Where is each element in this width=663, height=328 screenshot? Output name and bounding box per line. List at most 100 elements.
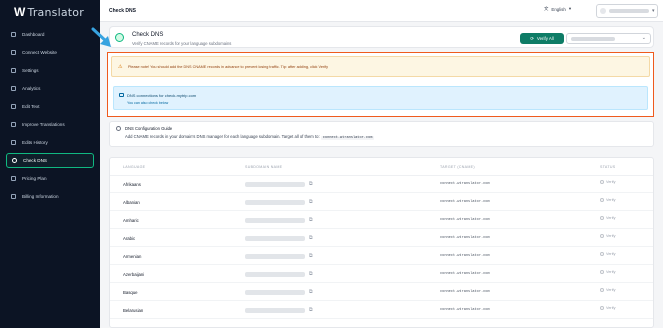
language-name: Albanian bbox=[123, 200, 140, 205]
cname-target: connect.wtranslator.com bbox=[440, 254, 490, 258]
translate-icon: 文 bbox=[544, 6, 549, 11]
config-text: Add CNAME records in your domain's DNS m… bbox=[125, 134, 375, 140]
domain-value-blurred bbox=[571, 37, 615, 41]
edit-icon bbox=[11, 104, 16, 109]
verify-all-label: Verify All bbox=[536, 36, 554, 41]
sidebar: W Translator Dashboard Connect Website S… bbox=[0, 0, 100, 328]
sidebar-item-check-dns[interactable]: Check DNS bbox=[6, 153, 94, 168]
subdomain-blurred bbox=[245, 200, 305, 205]
subdomain-blurred bbox=[245, 218, 305, 223]
table-row: Belarusian ⧉ connect.wtranslator.com Verify bbox=[110, 302, 653, 319]
header-subdomain: SUBDOMAIN NAME bbox=[245, 165, 283, 169]
verify-button[interactable]: Verify bbox=[600, 216, 616, 220]
copy-icon[interactable]: ⧉ bbox=[309, 199, 313, 205]
sidebar-item-edit-text[interactable]: Edit Text bbox=[6, 99, 94, 114]
card-subtitle: Verify CNAME records for your language s… bbox=[132, 41, 232, 46]
chart-icon bbox=[11, 86, 16, 91]
copy-icon[interactable]: ⧉ bbox=[309, 253, 313, 259]
header-language: LANGUAGE bbox=[123, 165, 146, 169]
verify-all-button[interactable]: ⟳ Verify All bbox=[520, 33, 564, 44]
user-menu[interactable]: ▾ bbox=[596, 4, 658, 18]
refresh-icon bbox=[600, 252, 604, 256]
cname-target: connect.wtranslator.com bbox=[440, 182, 490, 186]
verify-button[interactable]: Verify bbox=[600, 252, 616, 256]
cname-target: connect.wtranslator.com bbox=[440, 308, 490, 312]
info-subtitle: You can also check below bbox=[127, 101, 169, 105]
warning-banner: ⚠ Please note! You should add the DNS CN… bbox=[111, 56, 650, 77]
verify-label: Verify bbox=[606, 234, 616, 238]
verify-label: Verify bbox=[606, 180, 616, 184]
subdomain-blurred bbox=[245, 272, 305, 277]
verify-button[interactable]: Verify bbox=[600, 306, 616, 310]
tag-icon bbox=[11, 176, 16, 181]
sidebar-item-label: Edits History bbox=[22, 140, 48, 145]
language-name: Arabic bbox=[123, 236, 136, 241]
highlight-box: ⚠ Please note! You should add the DNS CN… bbox=[107, 52, 654, 117]
language-name: Azerbaijani bbox=[123, 272, 145, 277]
refresh-icon bbox=[600, 234, 604, 238]
check-dns-card: Check DNS Verify CNAME records for your … bbox=[109, 26, 654, 48]
config-target: connect.wtranslator.com bbox=[320, 136, 375, 140]
copy-icon[interactable]: ⧉ bbox=[309, 289, 313, 295]
subdomain-blurred bbox=[245, 236, 305, 241]
table-row: Amharic ⧉ connect.wtranslator.com Verify bbox=[110, 212, 653, 229]
chevron-down-icon: ▾ bbox=[568, 6, 572, 11]
sidebar-item-label: Billing Information bbox=[22, 194, 59, 199]
chevron-down-icon: ▾ bbox=[652, 8, 655, 14]
verify-label: Verify bbox=[606, 252, 616, 256]
page-title: Check DNS bbox=[109, 8, 136, 14]
globe-icon bbox=[12, 158, 17, 163]
sidebar-item-pricing-plan[interactable]: Pricing Plan bbox=[6, 171, 94, 186]
language-name: Afrikaans bbox=[123, 182, 141, 187]
sidebar-item-improve-translations[interactable]: Improve Translations bbox=[6, 117, 94, 132]
language-label: English bbox=[551, 6, 566, 12]
verify-button[interactable]: Verify bbox=[600, 234, 616, 238]
verify-button[interactable]: Verify bbox=[600, 270, 616, 274]
sidebar-item-billing-information[interactable]: Billing Information bbox=[6, 189, 94, 204]
dns-table: LANGUAGE SUBDOMAIN NAME TARGET (CNAME) S… bbox=[109, 157, 654, 328]
link-icon bbox=[11, 50, 16, 55]
chevron-down-icon: ⌄ bbox=[641, 35, 646, 41]
copy-icon[interactable]: ⧉ bbox=[309, 307, 313, 313]
table-row: Armenian ⧉ connect.wtranslator.com Verify bbox=[110, 248, 653, 265]
sidebar-item-settings[interactable]: Settings bbox=[6, 63, 94, 78]
copy-icon[interactable]: ⧉ bbox=[309, 181, 313, 187]
domain-select[interactable]: ⌄ bbox=[566, 33, 651, 44]
avatar bbox=[600, 8, 606, 14]
verify-button[interactable]: Verify bbox=[600, 180, 616, 184]
sidebar-item-connect-website[interactable]: Connect Website bbox=[6, 45, 94, 60]
language-select[interactable]: 文 English ▾ bbox=[544, 6, 571, 12]
pointer-arrow-icon bbox=[91, 27, 111, 47]
subdomain-blurred bbox=[245, 182, 305, 187]
user-name-blurred bbox=[609, 9, 649, 13]
sidebar-item-edits-history[interactable]: Edits History bbox=[6, 135, 94, 150]
cname-target: connect.wtranslator.com bbox=[440, 236, 490, 240]
verify-label: Verify bbox=[606, 288, 616, 292]
table-row: Arabic ⧉ connect.wtranslator.com Verify bbox=[110, 230, 653, 247]
copy-icon[interactable]: ⧉ bbox=[309, 217, 313, 223]
app-logo[interactable]: W Translator bbox=[14, 5, 84, 19]
config-title: DNS Configuration Guide bbox=[125, 126, 173, 131]
topbar: Check DNS 文 English ▾ ▾ bbox=[100, 0, 663, 22]
copy-icon[interactable]: ⧉ bbox=[309, 271, 313, 277]
sidebar-item-label: Improve Translations bbox=[22, 122, 65, 127]
sidebar-item-dashboard[interactable]: Dashboard bbox=[6, 27, 94, 42]
subdomain-blurred bbox=[245, 254, 305, 259]
sidebar-item-label: Check DNS bbox=[23, 158, 47, 163]
language-name: Amharic bbox=[123, 218, 139, 223]
sidebar-item-analytics[interactable]: Analytics bbox=[6, 81, 94, 96]
warning-icon: ⚠ bbox=[118, 64, 123, 70]
verify-button[interactable]: Verify bbox=[600, 198, 616, 202]
cname-target: connect.wtranslator.com bbox=[440, 218, 490, 222]
subdomain-blurred bbox=[245, 308, 305, 313]
header-target: TARGET (CNAME) bbox=[440, 165, 475, 169]
verify-button[interactable]: Verify bbox=[600, 288, 616, 292]
refresh-icon bbox=[600, 216, 604, 220]
table-row: Basque ⧉ connect.wtranslator.com Verify bbox=[110, 284, 653, 301]
verify-label: Verify bbox=[606, 198, 616, 202]
copy-icon[interactable]: ⧉ bbox=[309, 235, 313, 241]
sidebar-item-label: Connect Website bbox=[22, 50, 57, 55]
header-status: STATUS bbox=[600, 165, 616, 169]
card-title: Check DNS bbox=[132, 32, 164, 38]
table-row: Azerbaijani ⧉ connect.wtranslator.com Verif… bbox=[110, 266, 653, 283]
